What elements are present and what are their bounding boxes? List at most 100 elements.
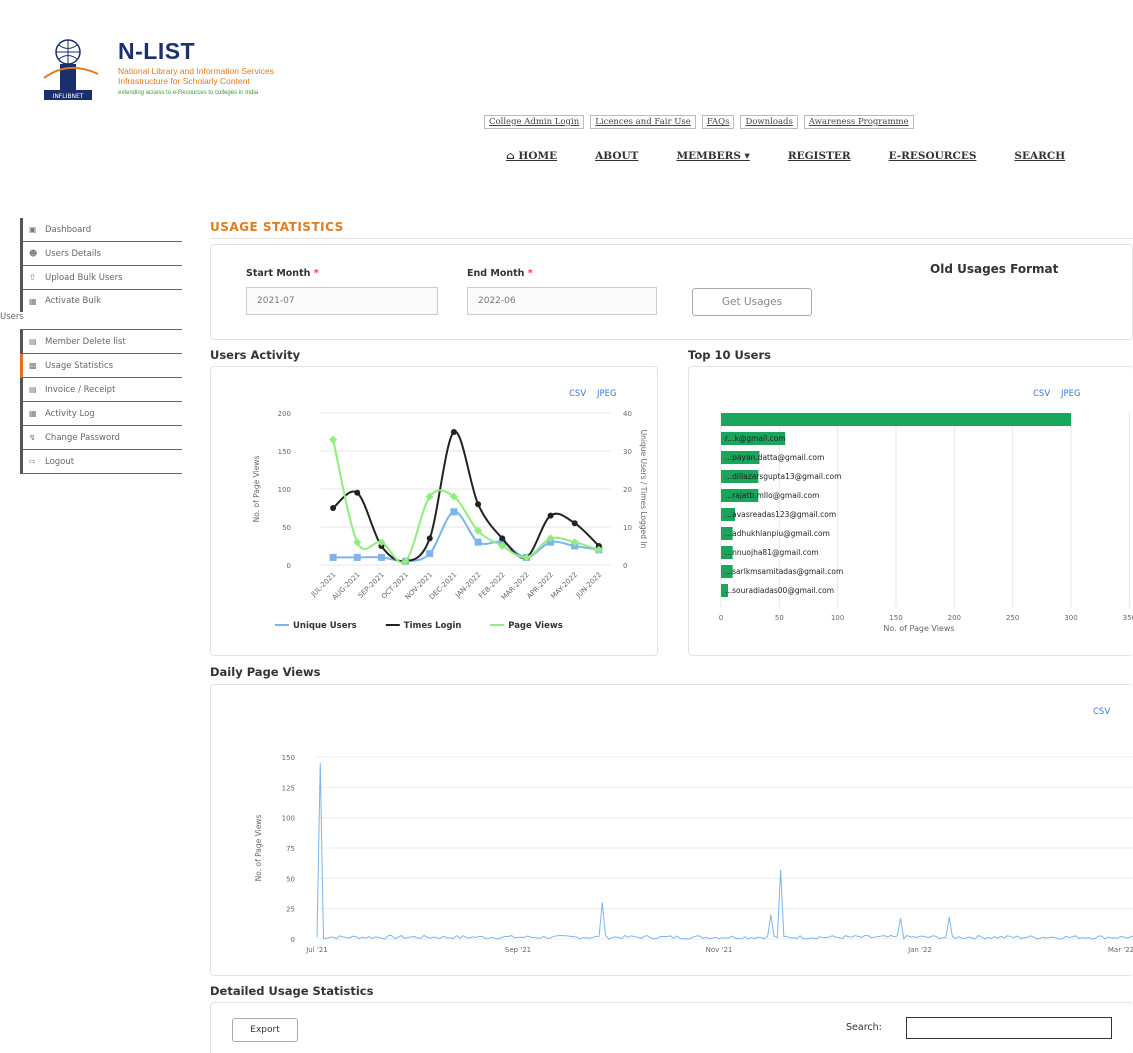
sidebar: ▣ Dashboard ☻ Users Details ⇧ Upload Bulk U… — [0, 218, 182, 474]
old-usages-format-link[interactable]: Old Usages Format — [930, 262, 1058, 276]
csv-export-link[interactable]: CSV — [1033, 389, 1050, 399]
jpeg-export-link[interactable]: JPEG — [597, 389, 617, 399]
nav-members[interactable]: MEMBERS ▾ — [676, 150, 749, 162]
x-tick-label: Mar '22 — [1108, 946, 1133, 954]
logo-badge: INFLIBNET — [53, 93, 84, 100]
logo-tagline: extending access to e-Resources to colle… — [118, 90, 259, 96]
y-tick-label: 50 — [282, 524, 291, 532]
x-tick-label: Jul '21 — [305, 946, 328, 954]
y-tick-label: 100 — [282, 815, 295, 823]
sidebar-item-label: Activity Log — [45, 408, 95, 419]
data-point — [377, 553, 385, 561]
users-activity-panel: CSV JPEG 0 50 100 150 200 0 10 20 30 40 No. of Pag… — [210, 366, 658, 656]
nav-register[interactable]: REGISTER — [788, 150, 851, 162]
logo-subtitle: National Library and Information Service… — [118, 66, 274, 86]
main-nav: ⌂ HOME ABOUT MEMBERS ▾ REGISTER E-RESOUR… — [506, 150, 1065, 162]
logo-emblem-icon: INFLIBNET — [43, 39, 99, 100]
nav-search[interactable]: SEARCH — [1014, 150, 1065, 162]
users-icon: ☻ — [29, 249, 38, 258]
college-admin-login-link[interactable]: College Admin Login — [484, 115, 585, 129]
bar-label: ...dillazarsgupta13@gmail.com — [725, 472, 841, 481]
y-tick-label: 150 — [278, 448, 291, 456]
bar-label: ...sarlkmsarnitadas@gmail.com — [725, 567, 843, 576]
sidebar-item-dashboard[interactable]: ▣ Dashboard — [20, 218, 182, 242]
key-icon: ↯ — [29, 433, 36, 442]
data-point — [353, 538, 362, 547]
detailed-usage-title: Detailed Usage Statistics — [210, 984, 374, 998]
logo-subtitle-line-1: National Library and Information Service… — [118, 66, 274, 76]
y-tick-label: 100 — [278, 486, 291, 494]
logo[interactable]: INFLIBNET — [40, 38, 102, 102]
sidebar-item-activity-log[interactable]: ▦ Activity Log — [20, 402, 182, 426]
sidebar-item-users-details[interactable]: ☻ Users Details — [20, 242, 182, 266]
sidebar-item-label: Change Password — [45, 432, 120, 443]
licences-link[interactable]: Licences and Fair Use — [590, 115, 696, 129]
y-tick-label: 200 — [278, 410, 291, 418]
title-divider — [210, 238, 1133, 239]
data-point — [426, 550, 434, 558]
y-axis-label: No. of Page Views — [252, 456, 261, 523]
daily-page-views-panel: CSV 0 25 50 75 100 125 150 No. of Page Views Jul… — [210, 684, 1133, 976]
logo-title: N-LIST — [118, 38, 196, 64]
sidebar-item-invoice-receipt[interactable]: ▤ Invoice / Receipt — [20, 378, 182, 402]
search-label: Search: — [846, 1022, 882, 1033]
logout-icon: ⇨ — [29, 457, 36, 466]
x-tick-label: 100 — [831, 614, 844, 622]
sidebar-item-change-password[interactable]: ↯ Change Password — [20, 426, 182, 450]
x-tick-label: 200 — [948, 614, 961, 622]
awareness-programme-link[interactable]: Awareness Programme — [803, 115, 914, 129]
sidebar-item-label: Dashboard — [45, 224, 92, 235]
y-right-tick-label: 10 — [623, 524, 632, 532]
nav-home[interactable]: ⌂ HOME — [506, 150, 557, 162]
sidebar-item-label: Invoice / Receipt — [45, 384, 116, 395]
get-usages-button[interactable]: Get Usages — [692, 288, 812, 316]
x-axis-label: No. of Page Views — [883, 624, 954, 633]
data-point — [450, 429, 457, 435]
series-line-unique-users — [333, 510, 600, 563]
csv-export-link[interactable]: CSV — [569, 389, 586, 399]
sidebar-item-member-delete-list[interactable]: ▤ Member Delete list — [20, 330, 182, 354]
daily-page-views-title: Daily Page Views — [210, 665, 321, 679]
data-point — [450, 508, 458, 516]
data-point — [547, 512, 554, 519]
end-month-label: End Month * — [467, 268, 533, 279]
invoice-icon: ▤ — [29, 385, 37, 394]
sidebar-item-logout[interactable]: ⇨ Logout — [20, 450, 182, 474]
upload-icon: ⇧ — [29, 273, 36, 282]
x-tick-label: Sep '21 — [505, 946, 531, 954]
bar-label: ...rajatb.mllo@gmail.com — [725, 491, 819, 500]
bar — [721, 413, 1071, 426]
faqs-link[interactable]: FAQs — [701, 115, 735, 129]
data-point — [475, 501, 482, 508]
y-tick-label: 150 — [282, 754, 295, 762]
bar-label: ...avasreadas123@gmail.com — [725, 510, 836, 519]
y-tick-label: 25 — [286, 906, 295, 914]
csv-export-link[interactable]: CSV — [1093, 707, 1110, 717]
sidebar-item-activate-bulk[interactable]: ▦ Activate Bulk — [20, 290, 182, 312]
data-point — [354, 489, 361, 496]
y-tick-label: 125 — [282, 784, 295, 792]
end-month-input[interactable]: 2022-06 — [467, 287, 657, 315]
page-title: USAGE STATISTICS — [210, 220, 344, 234]
nav-about[interactable]: ABOUT — [595, 150, 638, 162]
x-tick-label: 300 — [1064, 614, 1077, 622]
legend-label: Times Login — [404, 621, 462, 631]
y-tick-label: 0 — [287, 562, 291, 570]
x-tick-label: 350 — [1123, 614, 1133, 622]
x-tick-label: 250 — [1006, 614, 1019, 622]
start-month-input[interactable]: 2021-07 — [246, 287, 438, 315]
sidebar-item-upload-bulk-users[interactable]: ⇧ Upload Bulk Users — [20, 266, 182, 290]
y-right-tick-label: 20 — [623, 486, 632, 494]
sidebar-item-label: Logout — [45, 456, 75, 467]
sidebar-item-usage-statistics[interactable]: ▩ Usage Statistics — [20, 354, 182, 378]
export-button[interactable]: Export — [232, 1018, 298, 1042]
data-point — [426, 535, 433, 542]
data-point — [329, 435, 338, 444]
downloads-link[interactable]: Downloads — [740, 115, 798, 129]
x-tick-label: 150 — [889, 614, 902, 622]
search-input[interactable] — [906, 1017, 1112, 1039]
sidebar-item-label: Users Details — [45, 248, 101, 259]
x-tick-label: Nov '21 — [706, 946, 733, 954]
nav-e-resources[interactable]: E-RESOURCES — [889, 150, 977, 162]
jpeg-export-link[interactable]: JPEG — [1061, 389, 1081, 399]
